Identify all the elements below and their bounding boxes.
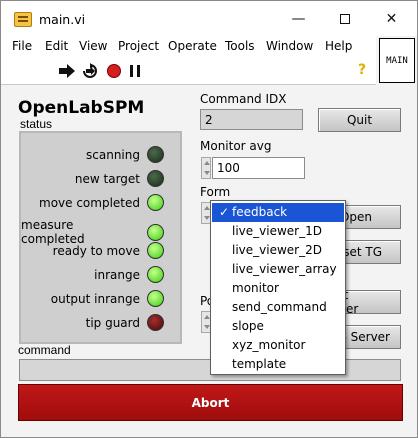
quit-button[interactable]: Quit	[318, 108, 401, 132]
menu-edit[interactable]: Edit	[45, 39, 68, 53]
led-row-ready-to-move: ready to move	[53, 242, 164, 259]
window-title: main.vi	[39, 12, 86, 27]
menu-operate[interactable]: Operate	[168, 39, 217, 53]
led-label: scanning	[86, 147, 140, 162]
led-label: tip guard	[85, 315, 140, 330]
dropdown-item-live-viewer-array[interactable]: live_viewer_array	[212, 260, 344, 279]
led-label: move completed	[39, 195, 140, 210]
led-row-tip-guard: tip guard	[86, 314, 164, 331]
led-indicator	[147, 242, 164, 259]
led-label: inrange	[94, 267, 140, 282]
led-indicator	[147, 290, 164, 307]
led-indicator	[147, 266, 164, 283]
command-idx-label: Command IDX	[200, 92, 287, 106]
menu-window[interactable]: Window	[266, 39, 313, 53]
menu-project[interactable]: Project	[118, 39, 159, 53]
command-label: command	[18, 343, 71, 357]
dropdown-item-xyz-monitor[interactable]: xyz_monitor	[212, 336, 344, 355]
form-label: Form	[200, 185, 231, 199]
dropdown-item-send-command[interactable]: send_command	[212, 298, 344, 317]
led-label: output inrange	[50, 291, 140, 306]
form-dropdown-menu: ✓ feedback live_viewer_1D live_viewer_2D …	[210, 200, 346, 375]
maximize-button[interactable]	[322, 1, 367, 36]
led-row-scanning: scanning	[86, 146, 164, 163]
dropdown-item-template[interactable]: template	[212, 355, 344, 374]
run-continuous-icon[interactable]	[81, 63, 99, 79]
minimize-button[interactable]: —	[276, 1, 321, 36]
monitor-avg-input[interactable]: 100	[212, 157, 305, 179]
dropdown-item-live-viewer-2d[interactable]: live_viewer_2D	[212, 241, 344, 260]
toolbar	[1, 58, 376, 85]
led-indicator	[147, 170, 164, 187]
led-row-inrange: inrange	[94, 266, 164, 283]
menu-view[interactable]: View	[79, 39, 107, 53]
run-arrow-icon[interactable]	[58, 63, 76, 79]
checkmark-icon: ✓	[219, 205, 230, 219]
led-indicator	[147, 223, 164, 241]
status-label: status	[20, 117, 53, 131]
led-row-new-target: new target	[75, 170, 164, 187]
command-idx-indicator: 2	[200, 109, 303, 130]
menu-tools[interactable]: Tools	[225, 39, 255, 53]
title-bar: main.vi — ✕	[1, 1, 417, 36]
pause-icon[interactable]	[126, 63, 144, 79]
menu-bar: File Edit View Project Operate Tools Win…	[1, 36, 376, 58]
led-label: ready to move	[52, 243, 140, 258]
dropdown-item-slope[interactable]: slope	[212, 317, 344, 336]
led-row-output-inrange: output inrange	[51, 290, 164, 307]
abort-button[interactable]: Abort	[18, 384, 403, 421]
menu-help[interactable]: Help	[325, 39, 352, 53]
monitor-avg-label: Monitor avg	[200, 139, 272, 153]
labview-window: main.vi — ✕ File Edit View Project Opera…	[0, 0, 418, 438]
dropdown-item-monitor[interactable]: monitor	[212, 279, 344, 298]
labview-vi-icon	[14, 12, 32, 27]
led-indicator	[147, 194, 164, 211]
context-help-icon[interactable]: ?	[358, 62, 366, 78]
led-row-move-completed: move completed	[39, 194, 164, 211]
dropdown-item-feedback[interactable]: ✓ feedback	[212, 203, 344, 222]
led-label: new target	[74, 171, 140, 186]
app-name-title: OpenLabSPM	[18, 98, 145, 118]
menu-file[interactable]: File	[12, 39, 32, 53]
dropdown-item-label: feedback	[232, 205, 288, 219]
led-indicator	[147, 146, 164, 163]
close-button[interactable]: ✕	[369, 1, 414, 36]
abort-stop-icon[interactable]	[105, 63, 123, 79]
vi-icon-main: MAIN	[379, 38, 415, 83]
status-cluster: scanning new target move completed measu…	[19, 131, 182, 344]
monitor-avg-stepper[interactable]	[201, 157, 211, 179]
led-indicator	[147, 314, 164, 331]
maximize-icon	[339, 13, 350, 24]
dropdown-item-live-viewer-1d[interactable]: live_viewer_1D	[212, 222, 344, 241]
